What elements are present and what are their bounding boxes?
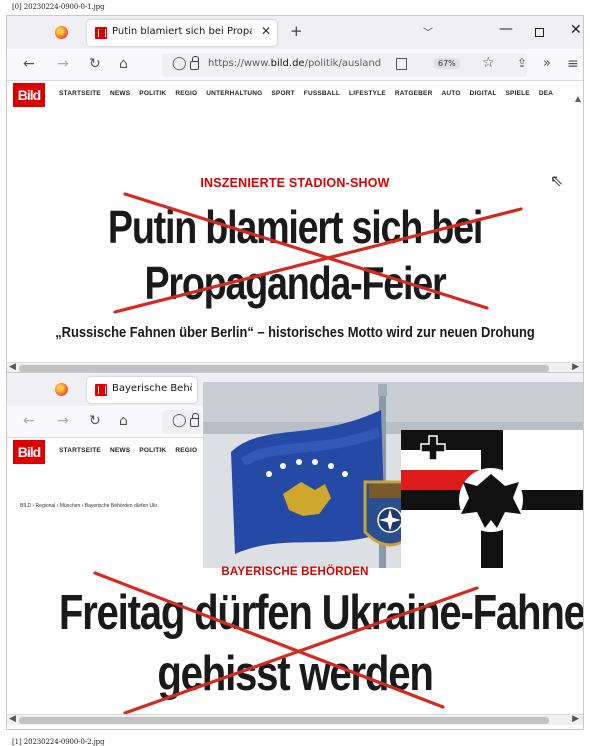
back-icon[interactable]: ← (23, 413, 35, 429)
scroll-thumb[interactable] (19, 717, 549, 724)
bild-menu-item-news[interactable]: NEWS (110, 447, 130, 454)
browser-window-1: Putin blamiert sich bei Propaga ✕ + ﹀ — … (6, 15, 584, 373)
extensions-overflow-icon[interactable]: » (543, 56, 551, 71)
bild-menu-item-unterhaltung[interactable]: UNTERHALTUNG (206, 90, 262, 97)
browser-window-2: Bayerische Behörden ✕ ← → ↻ ⌂ ◯ Bild STA… (6, 372, 584, 730)
bild-menu-item-dea[interactable]: DEA (539, 90, 553, 97)
scroll-left-icon[interactable]: ◀ (9, 714, 16, 724)
bild-menu-item-news[interactable]: NEWS (110, 90, 130, 97)
tab-active-2[interactable]: Bayerische Behörden (87, 377, 197, 403)
bild-menu-item-startseite[interactable]: STARTSEITE (59, 90, 101, 97)
scroll-right-icon[interactable]: ▶ (572, 714, 579, 724)
bookmark-star-icon[interactable]: ☆ (482, 55, 495, 71)
tracking-shield-icon[interactable]: ◯ (172, 56, 187, 71)
reload-icon[interactable]: ↻ (89, 413, 101, 429)
bild-menu-item-regio[interactable]: REGIO (175, 447, 197, 454)
bild-nav: Bild STARTSEITE NEWS POLITIK REGIO UNTERHALT… (7, 81, 583, 107)
zoom-level[interactable]: 67% (434, 58, 460, 69)
bild-menu: STARTSEITE NEWS POLITIK REGIO UNTERHALTUNG SP… (59, 90, 553, 97)
forward-icon[interactable]: → (57, 56, 69, 72)
file-label-bottom: [1] 20230224-0900-0-2.jpg (12, 738, 105, 746)
home-icon[interactable]: ⌂ (119, 413, 128, 429)
bild-menu-2: STARTSEITE NEWS POLITIK REGIO (59, 447, 197, 454)
article-subline: „Russische Fahnen über Berlin“ – histori… (55, 324, 535, 341)
file-label-top: [0] 20230224-0900-0-1.jpg (12, 3, 105, 11)
firefox-logo-icon[interactable] (55, 26, 68, 39)
headline-line-1: Putin blamiert sich bei (107, 201, 483, 253)
menu-icon[interactable]: ≡ (567, 56, 579, 72)
breadcrumb[interactable]: BILD › Regional › München › Bayerische B… (20, 503, 157, 509)
reader-view-icon[interactable] (396, 58, 407, 70)
bild-menu-item-startseite[interactable]: STARTSEITE (59, 447, 101, 454)
maximize-icon[interactable] (535, 28, 544, 37)
headline-line-2: Propaganda-Feier (144, 257, 446, 309)
scroll-thumb[interactable] (19, 365, 549, 372)
bild-menu-item-auto[interactable]: AUTO (441, 90, 460, 97)
url-bar-2[interactable]: ◯ (162, 410, 202, 434)
bild-favicon-icon (95, 27, 107, 39)
scroll-left-icon[interactable]: ◀ (9, 362, 16, 372)
navigation-bar: ← → ↻ ⌂ ◯ https://www.bild.de/politik/au… (7, 49, 583, 81)
bild-menu-item-spiele[interactable]: SPIELE (506, 90, 530, 97)
bild-menu-item-digital[interactable]: DIGITAL (470, 90, 497, 97)
lock-icon[interactable] (190, 56, 199, 70)
window-close-icon[interactable]: ✕ (570, 22, 582, 38)
tab-strip: Putin blamiert sich bei Propaga ✕ + ﹀ — … (7, 16, 583, 49)
horizontal-scrollbar-2[interactable]: ◀ ▶ (7, 714, 583, 725)
tab-active[interactable]: Putin blamiert sich bei Propaga ✕ (87, 20, 277, 46)
firefox-logo-icon[interactable] (55, 383, 68, 396)
tab-title: Putin blamiert sich bei Propaga (112, 26, 252, 37)
scroll-up-icon[interactable]: ▲ (575, 94, 581, 103)
home-icon[interactable]: ⌂ (119, 56, 128, 72)
lock-icon[interactable] (190, 413, 199, 427)
tracking-shield-icon[interactable]: ◯ (172, 413, 187, 428)
bild-logo[interactable]: Bild (13, 440, 45, 464)
bild-menu-item-sport[interactable]: SPORT (271, 90, 294, 97)
url-text[interactable]: https://www.bild.de/politik/ausland (208, 58, 388, 69)
new-tab-icon[interactable]: + (290, 22, 303, 40)
share-icon[interactable]: ⇪ (517, 56, 527, 70)
headline-line-1-2: Freitag dürfen Ukraine-Fahne (58, 586, 584, 640)
bild-logo[interactable]: Bild (13, 83, 45, 107)
bild-menu-item-regio[interactable]: REGIO (175, 90, 197, 97)
bild-menu-item-lifestyle[interactable]: LIFESTYLE (349, 90, 386, 97)
bild-menu-item-fussball[interactable]: FUSSBALL (304, 90, 340, 97)
minimize-icon[interactable]: — (499, 21, 513, 37)
headline-line-2-2: gehisst werden (157, 647, 434, 701)
bild-favicon-icon (95, 384, 107, 396)
scroll-right-icon[interactable]: ▶ (572, 362, 579, 372)
tab-list-chevron-icon[interactable]: ﹀ (423, 24, 433, 39)
tab-close-icon[interactable]: ✕ (261, 24, 271, 38)
tab-title-2: Bayerische Behörden (112, 383, 192, 394)
url-bar[interactable]: ◯ https://www.bild.de/politik/ausland 67… (162, 53, 527, 77)
bild-menu-item-politik[interactable]: POLITIK (139, 447, 166, 454)
article-kicker-2: BAYERISCHE BEHÖRDEN (221, 566, 369, 578)
article-kicker: INSZENIERTE STADION-SHOW (200, 176, 390, 190)
flag-collage-image (203, 382, 583, 568)
back-icon[interactable]: ← (23, 56, 35, 72)
forward-icon[interactable]: → (57, 413, 69, 429)
bild-menu-item-politik[interactable]: POLITIK (139, 90, 166, 97)
reload-icon[interactable]: ↻ (89, 56, 101, 72)
bild-menu-item-ratgeber[interactable]: RATGEBER (395, 90, 433, 97)
